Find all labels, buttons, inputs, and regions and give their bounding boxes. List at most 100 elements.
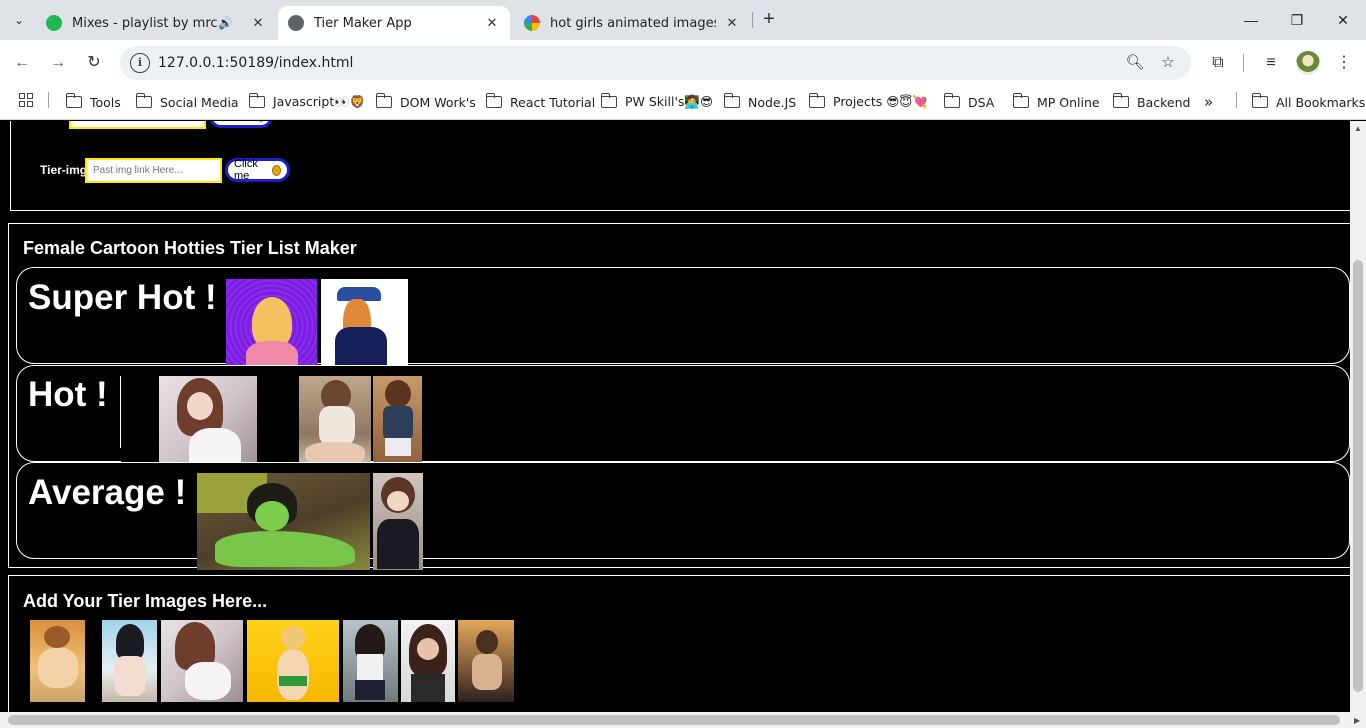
bookmark-react-tutorial[interactable]: React Tutorial — [485, 92, 595, 112]
tier-image[interactable] — [299, 376, 371, 473]
figure-shape — [44, 626, 70, 648]
pool-image[interactable] — [458, 620, 514, 702]
tier-image[interactable] — [159, 376, 257, 473]
bookmark-backend[interactable]: Backend — [1112, 92, 1191, 112]
figure-shape — [116, 624, 144, 660]
tier-img-input[interactable] — [85, 158, 222, 183]
pool-image[interactable] — [30, 620, 85, 702]
back-arrow-icon[interactable]: ← — [10, 51, 34, 75]
figure-shape — [383, 406, 413, 440]
tab-divider — [752, 12, 753, 28]
folder-icon — [943, 93, 960, 108]
name-button-partial[interactable] — [209, 121, 273, 128]
speaker-icon[interactable]: 🔊 — [218, 16, 233, 30]
folder-icon — [135, 93, 152, 108]
tab-title: Mixes - playlist by mrcs | Spotify — [72, 15, 218, 31]
coin-icon — [271, 164, 281, 176]
toolbar-divider — [1243, 54, 1244, 72]
folder-icon — [808, 93, 825, 108]
minimize-icon[interactable]: — — [1236, 8, 1266, 32]
reload-icon[interactable]: ↻ — [82, 51, 106, 75]
figure-shape — [385, 380, 411, 408]
google-icon — [524, 15, 540, 31]
spotify-icon — [46, 15, 62, 31]
pool-image[interactable] — [247, 620, 339, 702]
figure-shape — [38, 648, 78, 688]
close-icon[interactable]: ✕ — [250, 16, 266, 31]
scroll-right-arrow-icon[interactable]: ▶ — [1354, 716, 1360, 725]
folder-icon — [723, 93, 740, 108]
figure-shape — [476, 630, 498, 654]
forward-arrow-icon[interactable]: → — [46, 51, 70, 75]
figure-shape — [355, 680, 385, 700]
site-info-icon[interactable]: i — [130, 53, 150, 73]
tab-tier-maker[interactable]: Tier Maker App ✕ — [278, 6, 510, 40]
tier-image[interactable] — [373, 376, 422, 473]
bookmark-label: DSA — [968, 94, 995, 110]
bookmark-projects[interactable]: Projects 😎😇💘 — [808, 92, 928, 112]
close-icon[interactable]: ✕ — [484, 16, 500, 31]
bookmark-mp-online[interactable]: MP Online — [1012, 92, 1100, 112]
tier-image[interactable] — [373, 473, 423, 570]
click-me-button[interactable]: Click me — [225, 158, 290, 182]
pool-image[interactable] — [401, 620, 455, 702]
bookmark-social-media[interactable]: Social Media — [135, 92, 239, 112]
pool-image[interactable] — [102, 620, 157, 702]
folder-icon — [485, 93, 502, 108]
bookmark-dom-works[interactable]: DOM Work's — [375, 92, 476, 112]
apps-grid-icon[interactable] — [19, 93, 33, 107]
pool-image[interactable] — [343, 620, 398, 702]
figure-shape — [114, 656, 146, 696]
figure-shape — [472, 654, 502, 690]
figure-shape — [187, 392, 213, 420]
window-close-icon[interactable]: ✕ — [1328, 8, 1358, 32]
zoom-icon[interactable]: 🔍︎ — [1124, 52, 1146, 74]
more-bookmarks-chevron-icon[interactable]: » — [1204, 92, 1213, 112]
tier-image-dark[interactable] — [121, 376, 159, 462]
figure-shape — [411, 674, 445, 702]
more-menu-icon[interactable]: ⋮ — [1332, 51, 1356, 75]
vertical-scroll-thumb[interactable] — [1353, 260, 1363, 692]
media-control-icon[interactable]: ≡ — [1259, 51, 1283, 75]
new-tab-plus-icon[interactable]: + — [757, 8, 781, 32]
tier-image[interactable] — [197, 473, 370, 570]
coin-icon — [258, 121, 264, 122]
folder-icon — [375, 93, 392, 108]
figure-shape — [385, 438, 411, 456]
bookmark-javascript[interactable]: Javascript👀🦁 — [248, 92, 365, 112]
extensions-puzzle-icon[interactable]: ⧉ — [1206, 51, 1230, 75]
bookmark-label: Backend — [1137, 94, 1191, 110]
all-bookmarks[interactable]: All Bookmarks — [1251, 92, 1366, 112]
bookmark-star-icon[interactable]: ☆ — [1157, 52, 1179, 74]
tier-image-dark[interactable] — [257, 376, 299, 462]
tier-image[interactable] — [321, 279, 408, 376]
horizontal-scroll-thumb[interactable] — [8, 715, 1340, 725]
url-text[interactable]: 127.0.0.1:50189/index.html — [158, 55, 353, 71]
bookmark-label: Node.JS — [748, 94, 797, 110]
bookmark-label: Tools — [90, 94, 121, 110]
bookmark-pw-skills[interactable]: PW Skill's👩‍💻😎 — [600, 92, 713, 112]
tier-label-super-hot: Super Hot ! — [28, 278, 217, 317]
figure-shape — [255, 501, 289, 531]
bookmark-tools[interactable]: Tools — [65, 92, 121, 112]
name-input-partial[interactable] — [69, 121, 206, 129]
folder-icon — [600, 93, 617, 108]
tab-search-chevron-icon[interactable]: ⌄ — [6, 8, 32, 32]
folder-icon — [65, 93, 82, 108]
bookmark-nodejs[interactable]: Node.JS — [723, 92, 797, 112]
tab-google-search[interactable]: hot girls animated images - Google Searc… — [514, 6, 750, 40]
scroll-up-arrow-icon[interactable]: ▲ — [1354, 124, 1362, 133]
tier-list-title: Female Cartoon Hotties Tier List Maker — [23, 238, 357, 258]
profile-avatar[interactable] — [1296, 51, 1320, 75]
bookmark-dsa[interactable]: DSA — [943, 92, 995, 112]
pool-image[interactable] — [161, 620, 243, 702]
close-icon[interactable]: ✕ — [724, 16, 740, 31]
restore-icon[interactable]: ❐ — [1282, 8, 1312, 32]
tier-image[interactable] — [226, 279, 317, 374]
bookmark-label: DOM Work's — [400, 94, 476, 110]
figure-shape — [277, 650, 309, 700]
figure-shape — [319, 406, 355, 446]
tab-spotify[interactable]: Mixes - playlist by mrcs | Spotify 🔊 ✕ — [36, 6, 276, 40]
bookmark-label: All Bookmarks — [1276, 94, 1366, 110]
figure-shape — [417, 638, 439, 660]
